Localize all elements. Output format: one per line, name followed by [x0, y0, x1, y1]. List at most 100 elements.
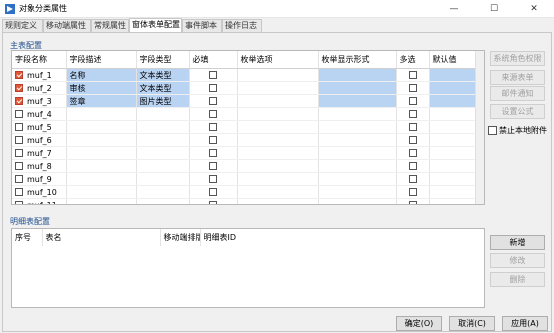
source-form-button[interactable]: 来源表单: [490, 70, 545, 85]
field-desc-cell[interactable]: [66, 185, 137, 199]
field-desc-cell[interactable]: [66, 107, 137, 121]
add-button[interactable]: 新增: [490, 235, 545, 250]
field-type-cell[interactable]: [136, 159, 190, 173]
multi-select-checkbox[interactable]: [408, 175, 417, 183]
detail-table-grid[interactable]: 序号 表名 移动端排版 明细表ID: [11, 228, 485, 308]
required-cell[interactable]: [189, 159, 238, 173]
field-desc-cell[interactable]: 签章: [66, 94, 137, 108]
tab-event-script[interactable]: 事件脚本: [182, 19, 222, 32]
field-desc-cell[interactable]: [66, 120, 137, 134]
row-enable-checkbox[interactable]: [15, 123, 23, 131]
table-row[interactable]: muf_11: [12, 198, 476, 204]
required-cell[interactable]: [189, 172, 238, 186]
tab-rule-definition[interactable]: 规则定义: [2, 19, 43, 32]
row-enable-checkbox[interactable]: [15, 149, 23, 157]
row-enable-checkbox[interactable]: [15, 162, 23, 170]
row-enable-checkbox[interactable]: [15, 110, 23, 118]
enum-options-cell[interactable]: [237, 120, 319, 134]
field-name-cell[interactable]: muf_10: [12, 185, 67, 199]
required-cell[interactable]: [189, 198, 238, 204]
required-checkbox[interactable]: [209, 84, 217, 92]
multi-select-cell[interactable]: [396, 185, 430, 199]
enum-options-cell[interactable]: [237, 68, 319, 82]
table-row[interactable]: muf_9: [12, 172, 476, 186]
multi-select-cell[interactable]: [396, 146, 430, 160]
field-desc-cell[interactable]: 名称: [66, 68, 137, 82]
default-value-cell[interactable]: [429, 107, 476, 121]
default-value-cell[interactable]: [429, 146, 476, 160]
required-cell[interactable]: [189, 81, 238, 95]
required-checkbox[interactable]: [209, 162, 217, 170]
delete-button[interactable]: 删除: [490, 272, 545, 287]
maximize-button[interactable]: ☐: [474, 0, 514, 18]
mail-notify-button[interactable]: 邮件通知: [490, 86, 545, 101]
required-checkbox[interactable]: [209, 110, 217, 118]
col-field-type[interactable]: 字段类型: [136, 51, 190, 69]
multi-select-cell[interactable]: [396, 172, 430, 186]
multi-select-checkbox[interactable]: [408, 149, 417, 157]
row-enable-checkbox[interactable]: [15, 188, 23, 196]
default-value-cell[interactable]: [429, 94, 476, 108]
field-name-cell[interactable]: muf_4: [12, 107, 67, 121]
multi-select-cell[interactable]: [396, 133, 430, 147]
main-grid-scrollbar[interactable]: [475, 51, 484, 204]
field-desc-cell[interactable]: [66, 172, 137, 186]
field-name-cell[interactable]: muf_6: [12, 133, 67, 147]
table-row[interactable]: muf_7: [12, 146, 476, 160]
minimize-button[interactable]: —: [434, 0, 474, 18]
col-field-name[interactable]: 字段名称: [12, 51, 67, 69]
apply-button[interactable]: 应用(A): [502, 316, 548, 331]
required-cell[interactable]: [189, 94, 238, 108]
required-cell[interactable]: [189, 120, 238, 134]
field-type-cell[interactable]: 文本类型: [136, 68, 190, 82]
enum-display-cell[interactable]: [318, 94, 397, 108]
close-button[interactable]: ✕: [514, 0, 554, 18]
field-name-cell[interactable]: muf_5: [12, 120, 67, 134]
enum-display-cell[interactable]: [318, 68, 397, 82]
multi-select-cell[interactable]: [396, 68, 430, 82]
table-row[interactable]: muf_4: [12, 107, 476, 121]
multi-select-cell[interactable]: [396, 94, 430, 108]
col-table-name[interactable]: 表名: [42, 229, 161, 246]
required-cell[interactable]: [189, 107, 238, 121]
required-cell[interactable]: [189, 133, 238, 147]
field-desc-cell[interactable]: [66, 133, 137, 147]
field-type-cell[interactable]: [136, 198, 190, 204]
row-enable-checkbox[interactable]: [15, 84, 23, 92]
field-name-cell[interactable]: muf_9: [12, 172, 67, 186]
role-permission-button[interactable]: 系统角色权限: [490, 51, 545, 66]
default-value-cell[interactable]: [429, 159, 476, 173]
field-type-cell[interactable]: [136, 185, 190, 199]
enum-options-cell[interactable]: [237, 146, 319, 160]
field-name-cell[interactable]: muf_8: [12, 159, 67, 173]
field-name-cell[interactable]: muf_1: [12, 68, 67, 82]
field-name-cell[interactable]: muf_3: [12, 94, 67, 108]
col-multi-select[interactable]: 多选: [396, 51, 430, 69]
multi-select-checkbox[interactable]: [408, 110, 417, 118]
row-enable-checkbox[interactable]: [15, 136, 23, 144]
tab-form-config[interactable]: 窗体表单配置: [129, 18, 182, 32]
default-value-cell[interactable]: [429, 185, 476, 199]
enum-options-cell[interactable]: [237, 185, 319, 199]
required-checkbox[interactable]: [209, 136, 217, 144]
multi-select-checkbox[interactable]: [408, 84, 417, 92]
enum-options-cell[interactable]: [237, 94, 319, 108]
col-required[interactable]: 必填: [189, 51, 238, 69]
required-cell[interactable]: [189, 68, 238, 82]
enum-display-cell[interactable]: [318, 172, 397, 186]
multi-select-checkbox[interactable]: [408, 201, 417, 204]
required-checkbox[interactable]: [209, 123, 217, 131]
field-name-cell[interactable]: muf_11: [12, 198, 67, 204]
required-checkbox[interactable]: [209, 97, 217, 105]
field-desc-cell[interactable]: [66, 146, 137, 160]
multi-select-cell[interactable]: [396, 198, 430, 204]
main-field-grid[interactable]: 字段名称 字段描述 字段类型 必填 枚举选项 枚举显示形式 多选 默认值 muf…: [11, 50, 485, 205]
col-field-desc[interactable]: 字段描述: [66, 51, 137, 69]
multi-select-checkbox[interactable]: [408, 188, 417, 196]
row-enable-checkbox[interactable]: [15, 175, 23, 183]
enum-options-cell[interactable]: [237, 133, 319, 147]
field-name-cell[interactable]: muf_2: [12, 81, 67, 95]
default-value-cell[interactable]: [429, 120, 476, 134]
default-value-cell[interactable]: [429, 172, 476, 186]
field-type-cell[interactable]: 图片类型: [136, 94, 190, 108]
